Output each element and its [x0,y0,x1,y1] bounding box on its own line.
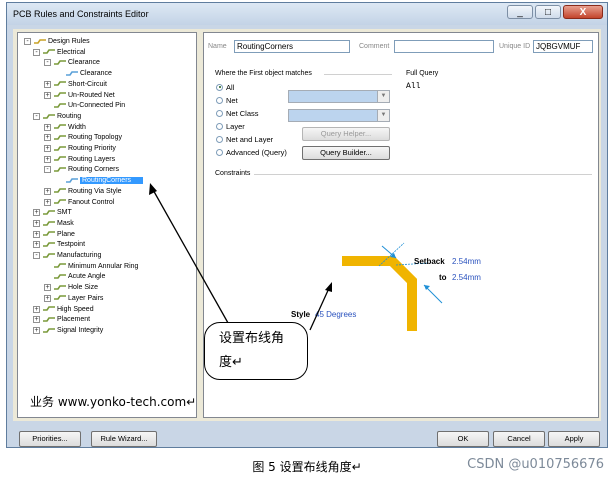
annotation-bubble-line1: 设置布线角 [219,331,285,346]
watermark: CSDN @u010756676 [467,457,604,472]
annotation-bubble: 设置布线角 度↵ [204,322,308,380]
annotation-bubble-line2: 度↵ [219,355,243,370]
footer-text: 业务 www.yonko-tech.com↵ [30,395,197,409]
